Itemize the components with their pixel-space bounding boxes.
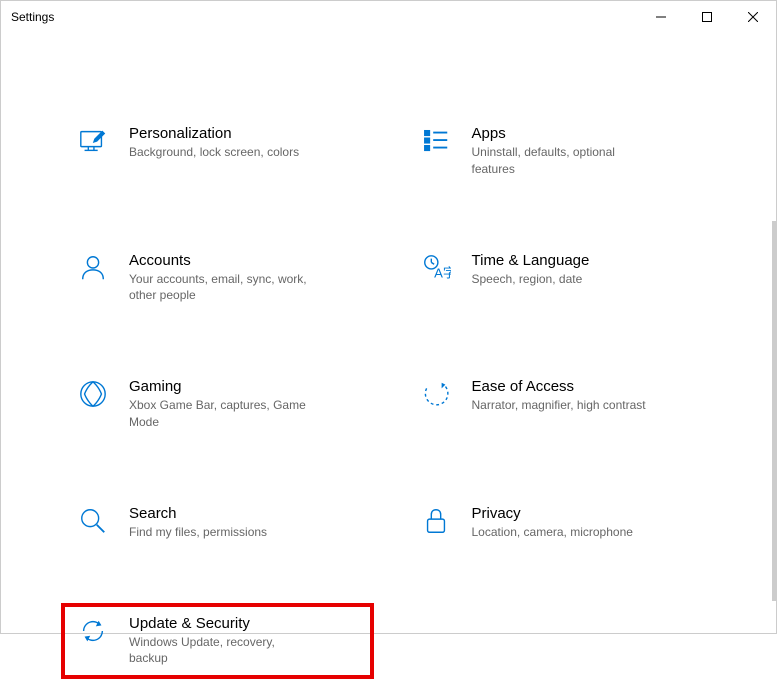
minimize-button[interactable] [638,1,684,33]
category-ease-of-access[interactable]: Ease of Access Narrator, magnifier, high… [404,366,717,443]
maximize-icon [702,12,712,22]
category-text: Accounts Your accounts, email, sync, wor… [129,252,309,305]
titlebar: Settings [1,1,776,33]
category-desc: Windows Update, recovery, backup [129,634,309,668]
category-desc: Xbox Game Bar, captures, Game Mode [129,397,309,431]
category-accounts[interactable]: Accounts Your accounts, email, sync, wor… [61,240,374,317]
category-title: Personalization [129,125,299,142]
category-desc: Uninstall, defaults, optional features [472,144,652,178]
window-controls [638,1,776,33]
category-title: Update & Security [129,615,309,632]
category-title: Apps [472,125,652,142]
personalization-icon [77,125,109,157]
privacy-icon [420,505,452,537]
category-text: Privacy Location, camera, microphone [472,505,633,541]
category-desc: Your accounts, email, sync, work, other … [129,271,309,305]
scrollbar[interactable] [772,221,776,601]
update-security-icon [77,615,109,647]
category-text: Apps Uninstall, defaults, optional featu… [472,125,652,178]
search-icon [77,505,109,537]
maximize-button[interactable] [684,1,730,33]
close-icon [748,12,758,22]
category-text: Time & Language Speech, region, date [472,252,590,288]
category-title: Search [129,505,267,522]
category-personalization[interactable]: Personalization Background, lock screen,… [61,113,374,190]
category-desc: Narrator, magnifier, high contrast [472,397,646,414]
category-text: Gaming Xbox Game Bar, captures, Game Mod… [129,378,309,431]
window-title: Settings [11,10,54,24]
category-time-language[interactable]: A字 Time & Language Speech, region, date [404,240,717,317]
category-desc: Speech, region, date [472,271,590,288]
close-button[interactable] [730,1,776,33]
svg-text:A字: A字 [434,265,451,280]
category-title: Ease of Access [472,378,646,395]
category-text: Ease of Access Narrator, magnifier, high… [472,378,646,414]
category-privacy[interactable]: Privacy Location, camera, microphone [404,493,717,553]
category-text: Update & Security Windows Update, recove… [129,615,309,668]
category-desc: Find my files, permissions [129,524,267,541]
category-apps[interactable]: Apps Uninstall, defaults, optional featu… [404,113,717,190]
ease-of-access-icon [420,378,452,410]
category-desc: Location, camera, microphone [472,524,633,541]
category-gaming[interactable]: Gaming Xbox Game Bar, captures, Game Mod… [61,366,374,443]
category-title: Gaming [129,378,309,395]
category-title: Accounts [129,252,309,269]
settings-categories-grid: Personalization Background, lock screen,… [1,33,776,699]
category-title: Privacy [472,505,633,522]
category-search[interactable]: Search Find my files, permissions [61,493,374,553]
category-text: Search Find my files, permissions [129,505,267,541]
accounts-icon [77,252,109,284]
minimize-icon [656,12,666,22]
gaming-icon [77,378,109,410]
time-language-icon: A字 [420,252,452,284]
category-title: Time & Language [472,252,590,269]
category-text: Personalization Background, lock screen,… [129,125,299,161]
category-update-security[interactable]: Update & Security Windows Update, recove… [61,603,374,680]
scrollbar-thumb[interactable] [772,221,776,601]
category-desc: Background, lock screen, colors [129,144,299,161]
apps-icon [420,125,452,157]
